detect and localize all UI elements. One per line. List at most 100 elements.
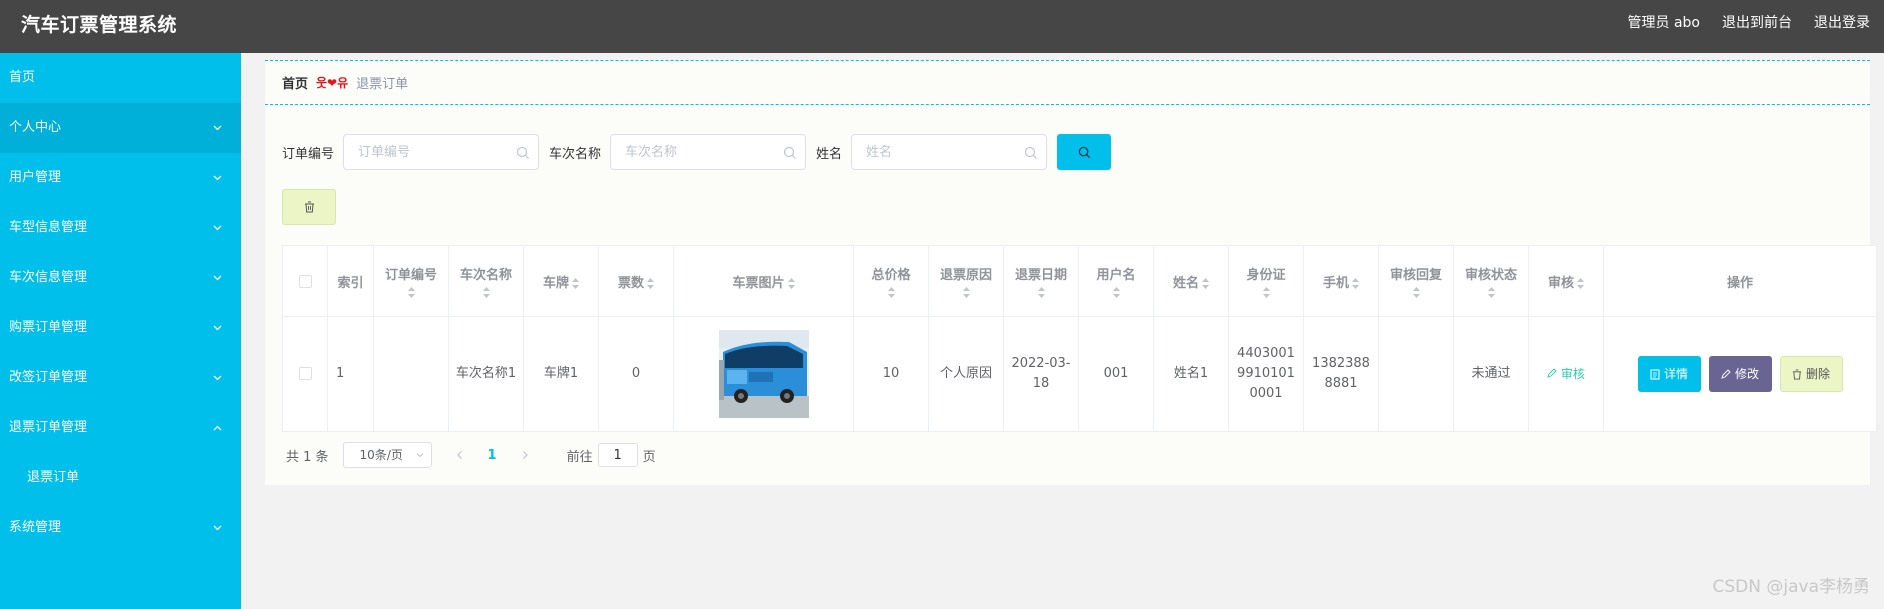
column-header-label: 姓名 <box>1172 275 1199 291</box>
cell-ticket-image <box>673 316 854 432</box>
column-header-trip-name[interactable]: 车次名称 <box>448 245 524 317</box>
cell-username: 001 <box>1078 316 1154 432</box>
delete-button[interactable]: 删除 <box>1779 356 1843 392</box>
cell-trip-name: 车次名称1 <box>448 316 524 432</box>
detail-button[interactable]: 详情 <box>1637 356 1701 392</box>
column-header-name[interactable]: 姓名 <box>1153 245 1229 317</box>
column-header-id-card[interactable]: 身份证 <box>1228 245 1304 317</box>
cell-tickets: 0 <box>598 316 674 432</box>
audit-link-label: 审核 <box>1560 366 1585 381</box>
sidebar-item-user-management[interactable]: 用户管理 <box>0 153 241 203</box>
sidebar-item-label: 车型信息管理 <box>9 220 88 235</box>
sort-icon <box>787 277 795 289</box>
cell-audit-reply <box>1378 316 1454 432</box>
edit-icon <box>1721 369 1731 379</box>
column-header-label: 审核回复 <box>1389 268 1442 283</box>
audit-link[interactable]: 审核 <box>1547 367 1585 381</box>
sidebar-item-rebook-orders[interactable]: 改签订单管理 <box>0 353 241 403</box>
cell-plate: 车牌1 <box>523 316 599 432</box>
column-header-order-no[interactable]: 订单编号 <box>373 245 449 317</box>
search-icon <box>1024 146 1037 159</box>
trash-icon <box>304 201 314 213</box>
column-header-plate[interactable]: 车牌 <box>523 245 599 317</box>
exit-to-front-link[interactable]: 退出到前台 <box>1722 12 1792 32</box>
goto-page-suffix: 页 <box>642 449 656 465</box>
column-header-label: 用户名 <box>1096 268 1136 283</box>
column-header-audit[interactable]: 审核 <box>1528 245 1604 317</box>
column-header-label: 操作 <box>1726 275 1753 291</box>
column-header-label: 车次名称 <box>459 268 512 283</box>
row-select-cell <box>282 316 328 432</box>
row-checkbox[interactable] <box>298 367 312 380</box>
batch-delete-button[interactable] <box>282 189 336 225</box>
column-header-audit-reply[interactable]: 审核回复 <box>1378 245 1454 317</box>
pagination: 共 1 条 10条/页 1 前往 页 <box>286 442 656 468</box>
breadcrumb-separator: 웃❤유 <box>316 76 349 90</box>
trip-name-field <box>610 134 807 170</box>
sidebar-item-personal-center[interactable]: 个人中心 <box>0 103 241 153</box>
column-header-label: 审核 <box>1547 275 1574 291</box>
search-button[interactable] <box>1057 134 1112 170</box>
sort-icon <box>1487 287 1495 298</box>
sidebar-item-label: 个人中心 <box>9 120 62 135</box>
column-header-username[interactable]: 用户名 <box>1078 245 1154 317</box>
breadcrumb-home[interactable]: 首页 <box>282 73 308 92</box>
column-header-refund-reason[interactable]: 退票原因 <box>928 245 1004 317</box>
row-actions: 详情 修改 删除 <box>1608 356 1872 392</box>
column-header-label: 退票原因 <box>939 268 992 283</box>
prev-page-icon[interactable] <box>454 449 466 461</box>
edit-icon <box>1547 367 1557 378</box>
sidebar-item-system-management[interactable]: 系统管理 <box>0 503 241 553</box>
column-header-ticket-image[interactable]: 车票图片 <box>673 245 854 317</box>
sort-icon <box>1352 277 1359 289</box>
chevron-down-icon <box>212 153 222 203</box>
column-header-tickets[interactable]: 票数 <box>598 245 674 317</box>
select-all-checkbox[interactable] <box>298 274 312 288</box>
watermark: CSDN @java李杨勇 <box>1712 577 1871 597</box>
delete-button-label: 删除 <box>1805 367 1830 381</box>
current-user-label: 管理员 abo <box>1627 15 1700 31</box>
name-input[interactable] <box>852 135 1047 169</box>
cell-audit: 审核 <box>1528 316 1604 432</box>
sidebar-item-home[interactable]: 首页 <box>0 53 241 103</box>
sidebar-item-label: 用户管理 <box>9 170 62 185</box>
sidebar-subitem-refund-order[interactable]: 退票订单 <box>0 453 241 503</box>
column-header-label: 退票日期 <box>1014 268 1067 283</box>
column-header-phone[interactable]: 手机 <box>1303 245 1379 317</box>
sidebar-item-trip-management[interactable]: 车次信息管理 <box>0 253 241 303</box>
column-header-refund-date[interactable]: 退票日期 <box>1003 245 1079 317</box>
logout-link[interactable]: 退出登录 <box>1814 12 1870 32</box>
trip-name-input[interactable] <box>611 135 806 169</box>
cell-refund-date: 2022-03-18 <box>1003 316 1079 432</box>
goto-page-input[interactable] <box>597 443 638 467</box>
sidebar-item-vehicle-type-management[interactable]: 车型信息管理 <box>0 203 241 253</box>
app-title: 汽车订票管理系统 <box>21 14 178 36</box>
name-label: 姓名 <box>816 146 843 162</box>
cell-name: 姓名1 <box>1153 316 1229 432</box>
page-number-current[interactable]: 1 <box>488 448 497 463</box>
sort-icon <box>1412 287 1420 298</box>
sort-icon <box>887 287 895 298</box>
sort-icon <box>1262 287 1270 298</box>
sort-icon <box>407 287 415 298</box>
refund-orders-table: 索引 订单编号 车次名称 车牌 票数 车票图片 总价格 退票原因 退票日期 用户… <box>282 245 1877 432</box>
column-header-audit-status[interactable]: 审核状态 <box>1453 245 1529 317</box>
top-header: 汽车订票管理系统 管理员 abo 退出到前台 退出登录 <box>0 0 1884 53</box>
column-header-total-price[interactable]: 总价格 <box>853 245 929 317</box>
edit-button-label: 修改 <box>1734 367 1759 381</box>
chevron-down-icon <box>212 203 222 253</box>
column-header-label: 车票图片 <box>732 275 785 291</box>
trip-name-label: 车次名称 <box>549 146 602 162</box>
sort-icon <box>1577 277 1584 289</box>
order-no-input[interactable] <box>344 135 539 169</box>
edit-button[interactable]: 修改 <box>1708 356 1772 392</box>
bus-ticket-image[interactable] <box>718 330 809 418</box>
column-header-label: 总价格 <box>871 268 911 283</box>
sidebar-item-refund-orders[interactable]: 退票订单管理 <box>0 403 241 453</box>
column-header-label: 票数 <box>617 275 644 291</box>
sidebar-item-label: 首页 <box>9 70 36 85</box>
order-no-label: 订单编号 <box>282 146 335 162</box>
page-size-select[interactable]: 10条/页 <box>342 442 432 468</box>
sidebar-item-purchase-orders[interactable]: 购票订单管理 <box>0 303 241 353</box>
next-page-icon[interactable] <box>519 449 531 461</box>
